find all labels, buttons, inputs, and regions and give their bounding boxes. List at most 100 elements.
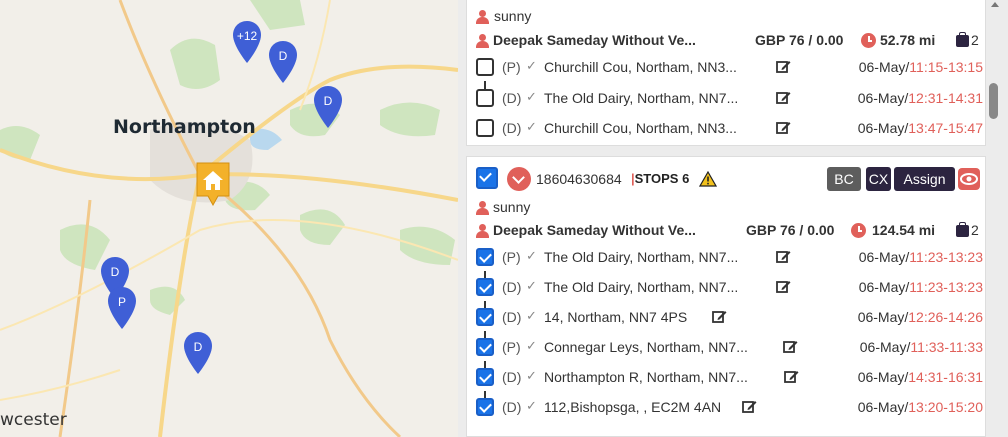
edit-icon[interactable] bbox=[784, 369, 799, 384]
service-name: Deepak Sameday Without Ve... bbox=[493, 32, 696, 48]
user-name: sunny bbox=[494, 8, 532, 24]
bag-icon bbox=[956, 222, 969, 237]
bc-button[interactable]: BC bbox=[827, 167, 861, 191]
edit-icon[interactable] bbox=[776, 120, 791, 135]
stop-checkbox[interactable] bbox=[476, 248, 494, 266]
check-icon: ✓ bbox=[526, 120, 537, 135]
check-icon: ✓ bbox=[526, 309, 537, 324]
scroll-up-arrow-icon[interactable] bbox=[991, 2, 999, 7]
map-pin-delivery[interactable]: D bbox=[313, 85, 343, 129]
edit-icon[interactable] bbox=[783, 339, 798, 354]
service-name: Deepak Sameday Without Ve... bbox=[493, 222, 696, 238]
stop-checkbox[interactable] bbox=[476, 398, 494, 416]
clock-icon bbox=[861, 33, 876, 48]
clock-icon bbox=[851, 223, 866, 238]
stop-address: The Old Dairy, Northam, NN7... bbox=[544, 90, 739, 106]
warning-icon bbox=[698, 170, 718, 187]
map-pin-delivery[interactable]: D bbox=[268, 40, 298, 84]
order-select-checkbox[interactable] bbox=[476, 167, 498, 189]
stop-datetime: 06-May/12:31-14:31 bbox=[857, 90, 983, 106]
stop-row: (P) ✓ Churchill Cou, Northam, NN3... 06-… bbox=[467, 54, 987, 82]
check-icon: ✓ bbox=[526, 59, 537, 74]
check-icon: ✓ bbox=[526, 90, 537, 105]
stop-type: (D) bbox=[502, 399, 522, 415]
person-icon bbox=[476, 34, 489, 48]
pin-label: +12 bbox=[236, 29, 258, 43]
stop-address: Churchill Cou, Northam, NN3... bbox=[544, 120, 737, 136]
map-pin-delivery[interactable]: D bbox=[183, 331, 213, 375]
edit-icon[interactable] bbox=[776, 59, 791, 74]
map-pin-pickup[interactable]: P bbox=[107, 286, 137, 330]
order-card: 18604630684 |STOPS 6 BC CX Assign sunny … bbox=[466, 156, 986, 437]
check-icon: ✓ bbox=[526, 249, 537, 264]
stop-datetime: 06-May/13:47-15:47 bbox=[857, 120, 983, 136]
stop-row: (P) ✓ Connegar Leys, Northam, NN7... 06-… bbox=[467, 334, 987, 362]
stop-address: Northampton R, Northam, NN7... bbox=[544, 369, 748, 385]
edit-icon[interactable] bbox=[776, 279, 791, 294]
order-id: 18604630684 bbox=[536, 171, 622, 187]
assign-button[interactable]: Assign bbox=[894, 167, 955, 191]
cx-button[interactable]: CX bbox=[866, 167, 891, 191]
town-label-partial: wcester bbox=[0, 410, 67, 430]
map-pin-cluster[interactable]: +12 bbox=[232, 20, 262, 64]
price: GBP 76 / 0.00 bbox=[746, 222, 835, 238]
stop-type: (D) bbox=[502, 369, 522, 385]
stop-checkbox[interactable] bbox=[476, 368, 494, 386]
expand-toggle-button[interactable] bbox=[507, 167, 531, 191]
edit-icon[interactable] bbox=[776, 90, 791, 105]
stop-type: (D) bbox=[502, 90, 522, 106]
stop-checkbox[interactable] bbox=[476, 308, 494, 326]
person-icon bbox=[476, 224, 489, 238]
bag-count: 2 bbox=[971, 32, 979, 48]
stop-checkbox[interactable] bbox=[476, 89, 494, 107]
stop-datetime: 06-May/11:15-13:15 bbox=[858, 59, 983, 75]
stop-row: (D) ✓ The Old Dairy, Northam, NN7... 06-… bbox=[467, 85, 987, 113]
panel-scrollbar[interactable] bbox=[988, 0, 1000, 437]
edit-icon[interactable] bbox=[742, 399, 757, 414]
stop-datetime: 06-May/13:20-15:20 bbox=[857, 399, 983, 415]
view-button[interactable] bbox=[958, 168, 980, 190]
pin-label: P bbox=[117, 295, 126, 309]
stop-type: (P) bbox=[502, 59, 521, 75]
check-icon: ✓ bbox=[526, 369, 537, 384]
check-icon: ✓ bbox=[526, 339, 537, 354]
stop-row: (D) ✓ Churchill Cou, Northam, NN3... 06-… bbox=[467, 115, 987, 143]
person-icon bbox=[476, 10, 489, 24]
pin-label: D bbox=[323, 94, 333, 108]
stops-count: |STOPS 6 bbox=[631, 171, 690, 186]
bag-icon bbox=[956, 32, 969, 47]
price: GBP 76 / 0.00 bbox=[755, 32, 844, 48]
stop-datetime: 06-May/11:23-13:23 bbox=[858, 279, 983, 295]
user-row: sunny bbox=[476, 8, 996, 34]
map-tiles bbox=[0, 0, 458, 437]
pin-label: D bbox=[278, 49, 288, 63]
stop-checkbox[interactable] bbox=[476, 119, 494, 137]
order-header: 18604630684 |STOPS 6 BC CX Assign bbox=[467, 161, 987, 191]
town-label-northampton: Northampton bbox=[113, 116, 256, 138]
edit-icon[interactable] bbox=[776, 249, 791, 264]
stop-address: 112,Bishopsga, , EC2M 4AN bbox=[544, 399, 722, 415]
stop-row: (D) ✓ The Old Dairy, Northam, NN7... 06-… bbox=[467, 274, 987, 302]
stop-type: (P) bbox=[502, 339, 521, 355]
pin-label: D bbox=[193, 340, 203, 354]
stop-datetime: 06-May/12:26-14:26 bbox=[857, 309, 983, 325]
map-view[interactable]: Northampton wcester +12 D D D P D bbox=[0, 0, 458, 437]
distance: 52.78 mi bbox=[880, 32, 936, 48]
home-marker[interactable] bbox=[196, 162, 230, 206]
user-name: sunny bbox=[493, 199, 531, 215]
edit-icon[interactable] bbox=[712, 309, 727, 324]
bag-count: 2 bbox=[971, 222, 979, 238]
stop-checkbox[interactable] bbox=[476, 278, 494, 296]
check-icon: ✓ bbox=[526, 279, 537, 294]
stop-checkbox[interactable] bbox=[476, 58, 494, 76]
orders-panel[interactable]: sunny Deepak Sameday Without Ve... GBP 7… bbox=[458, 0, 1008, 437]
stop-datetime: 06-May/11:33-11:33 bbox=[859, 339, 983, 355]
stop-datetime: 06-May/14:31-16:31 bbox=[857, 369, 983, 385]
scrollbar-thumb[interactable] bbox=[989, 83, 998, 119]
stop-address: The Old Dairy, Northam, NN7... bbox=[544, 279, 739, 295]
stop-checkbox[interactable] bbox=[476, 338, 494, 356]
stop-row: (D) ✓ 112,Bishopsga, , EC2M 4AN 06-May/1… bbox=[467, 394, 987, 422]
stop-type: (D) bbox=[502, 309, 522, 325]
stop-type: (P) bbox=[502, 249, 521, 265]
check-icon: ✓ bbox=[526, 399, 537, 414]
